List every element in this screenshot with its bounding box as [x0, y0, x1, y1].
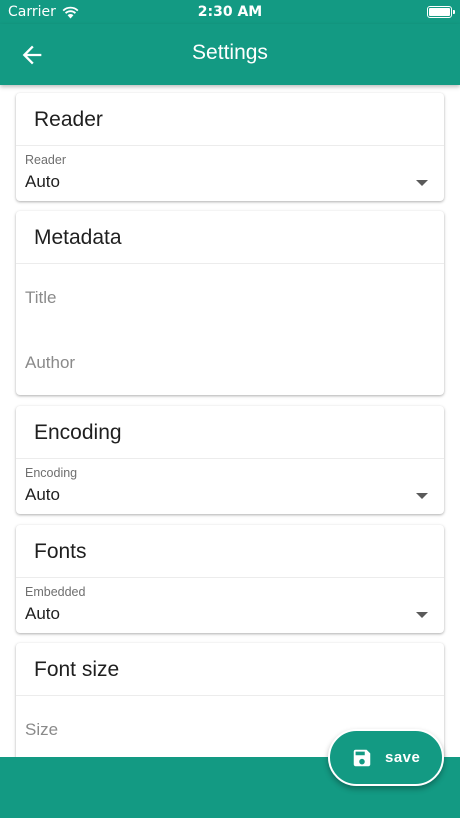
- font-size-card-title: Font size: [16, 643, 444, 696]
- metadata-card-title: Metadata: [16, 211, 444, 264]
- embedded-field-label: Embedded: [25, 585, 86, 599]
- status-time: 2:30 AM: [197, 4, 263, 20]
- battery-icon: [427, 6, 455, 18]
- embedded-field-value: Auto: [25, 604, 60, 623]
- encoding-dropdown[interactable]: Encoding Auto: [16, 459, 444, 514]
- status-bar: Carrier 2:30 AM: [0, 0, 460, 24]
- fonts-card-title: Fonts: [16, 525, 444, 578]
- reader-field-label: Reader: [25, 153, 66, 167]
- chevron-down-icon: [416, 612, 428, 618]
- save-button-label: save: [385, 749, 421, 766]
- reader-dropdown[interactable]: Reader Auto: [16, 146, 444, 201]
- encoding-card: Encoding Encoding Auto: [16, 406, 444, 514]
- page-title: Settings: [192, 41, 268, 64]
- encoding-field-label: Encoding: [25, 466, 78, 480]
- app-bar: Settings: [0, 24, 460, 85]
- size-input[interactable]: Size: [25, 720, 58, 740]
- chevron-down-icon: [416, 493, 428, 499]
- settings-list[interactable]: Reader Reader Auto Metadata Title Author…: [0, 85, 460, 757]
- metadata-card: Metadata Title Author: [16, 211, 444, 395]
- encoding-card-title: Encoding: [16, 406, 444, 459]
- reader-card-title: Reader: [16, 93, 444, 146]
- author-input[interactable]: Author: [25, 353, 75, 373]
- reader-field-value: Auto: [25, 172, 60, 191]
- fonts-card: Fonts Embedded Auto: [16, 525, 444, 633]
- title-input[interactable]: Title: [25, 288, 57, 308]
- save-icon: [353, 749, 371, 766]
- embedded-dropdown[interactable]: Embedded Auto: [16, 578, 444, 633]
- reader-card: Reader Reader Auto: [16, 93, 444, 201]
- encoding-field-value: Auto: [25, 485, 60, 504]
- save-button[interactable]: save: [328, 729, 444, 786]
- chevron-down-icon: [416, 180, 428, 186]
